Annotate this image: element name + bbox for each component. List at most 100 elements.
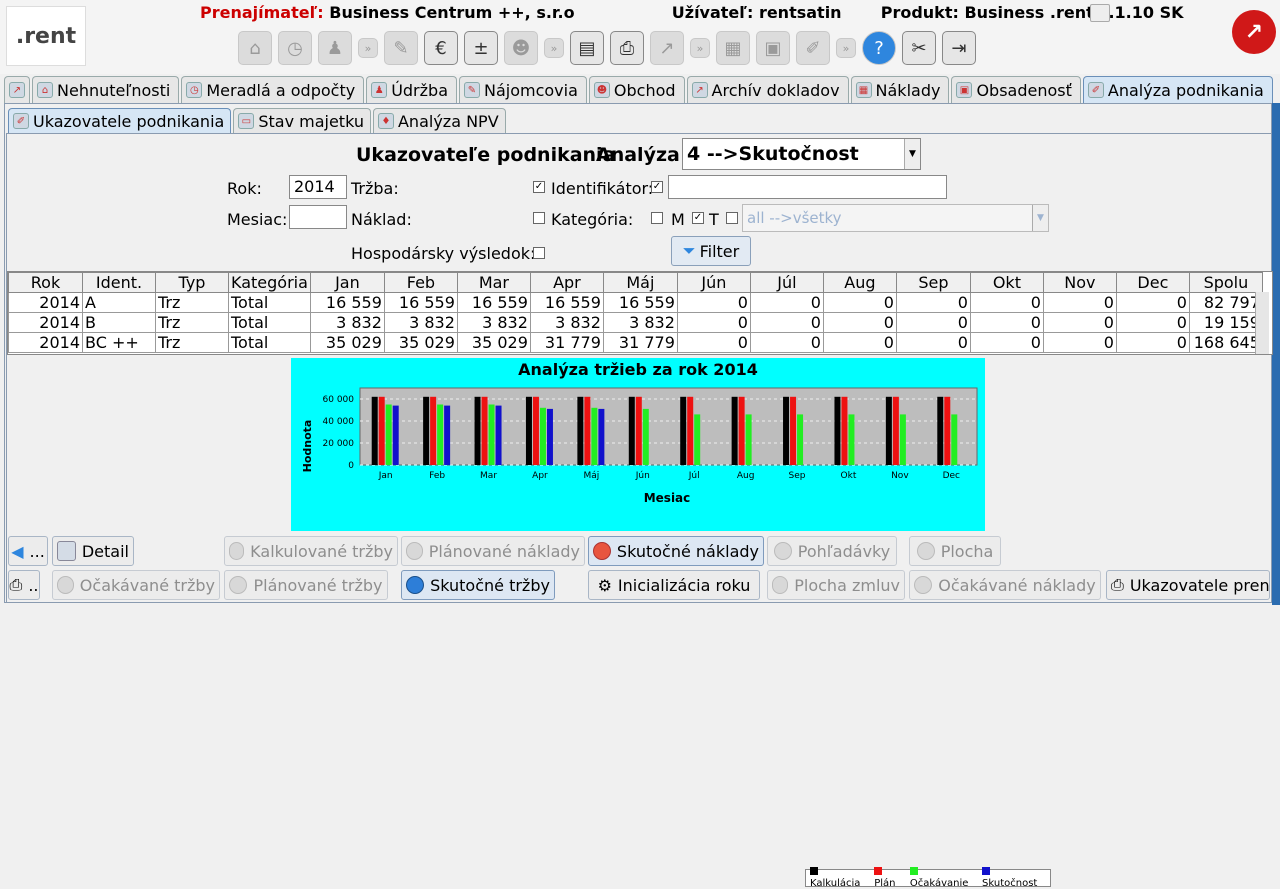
identifikator-enable-checkbox[interactable]: ✓ [651,181,663,193]
skut-trzby-radio[interactable]: Skutočné tržby [401,570,555,600]
back-button[interactable]: ◀... [8,536,48,566]
col-header[interactable]: Typ [155,272,229,293]
col-header[interactable]: Feb [383,272,458,293]
kategoria-select[interactable]: all -->všetky ▼ [742,204,1049,232]
t-checkbox[interactable]: ✓ [692,212,704,224]
next-arrow-icon[interactable]: » [358,38,378,58]
table-cell[interactable]: 0 [969,292,1044,313]
rok-input[interactable]: 2014 [289,175,347,199]
table-cell[interactable]: 31 779 [602,332,678,353]
table-cell[interactable]: 0 [1115,332,1190,353]
col-header[interactable]: Mar [456,272,531,293]
print-small-button[interactable]: ⎙.. [8,570,40,600]
col-header[interactable]: Dec [1115,272,1190,293]
table-cell[interactable]: 16 559 [529,292,604,313]
tab-stav-majetku[interactable]: ▭ Stav majetku [233,108,371,133]
plocha-zmluv-radio[interactable]: Plocha zmluv [767,570,905,600]
col-header[interactable]: Sep [895,272,971,293]
table-cell[interactable]: 16 559 [602,292,678,313]
tools-icon[interactable]: ✂ [902,31,936,65]
table-cell[interactable]: 0 [969,312,1044,333]
ukazovatele-print-button[interactable]: ⎙ Ukazovatele pren [1106,570,1270,600]
kalk-trzby-radio[interactable]: Kalkulované tržby [224,536,398,566]
skut-naklady-radio[interactable]: Skutočné náklady [588,536,764,566]
col-header[interactable]: Spolu [1188,272,1263,293]
table-cell[interactable]: 0 [1115,292,1190,313]
table-cell[interactable]: 0 [895,332,971,353]
table-cell[interactable]: Trz [155,332,229,353]
col-header[interactable]: Okt [969,272,1044,293]
m-checkbox[interactable] [651,212,663,224]
table-cell[interactable]: 0 [895,312,971,333]
table-cell[interactable]: 3 832 [383,312,458,333]
exit-door-icon[interactable]: ⇥ [942,31,976,65]
table-cell[interactable]: 0 [1042,312,1117,333]
people-icon[interactable]: ☻ [504,31,538,65]
table-cell[interactable]: 35 029 [383,332,458,353]
analysis-select[interactable]: 4 -->Skutočnost ▼ [682,138,921,170]
ledger-plus-euro-icon[interactable]: ± [464,31,498,65]
col-header[interactable]: Ident. [82,272,156,293]
table-cell[interactable]: 0 [822,292,897,313]
ocak-trzby-radio[interactable]: Očakávané tržby [52,570,220,600]
table-cell[interactable]: 35 029 [456,332,531,353]
table-cell[interactable]: Trz [155,312,229,333]
table-cell[interactable]: Total [228,312,311,333]
meter-icon[interactable]: ◷ [278,31,312,65]
next-arrow-icon[interactable]: » [690,38,710,58]
col-header[interactable]: Júl [749,272,824,293]
table-cell[interactable]: 35 029 [309,332,385,353]
pohladavky-radio[interactable]: Pohľadávky [767,536,897,566]
filter-button[interactable]: ⏷ Filter [671,236,751,266]
table-cell[interactable]: 0 [1115,312,1190,333]
table-cell[interactable]: 0 [749,332,824,353]
help-icon[interactable]: ? [862,31,896,65]
plocha-radio[interactable]: Plocha [909,536,1001,566]
table-cell[interactable]: 0 [822,332,897,353]
table-cell[interactable]: Total [228,292,311,313]
export-document-icon[interactable]: ▤ [570,31,604,65]
kategoria-enable-checkbox[interactable] [726,212,738,224]
tab-najomcovia[interactable]: ✎ Nájomcovia [459,76,587,103]
table-row[interactable]: 2014 B Trz Total 3 832 3 832 3 832 3 832 3 832 0 0… [8,312,1263,333]
next-arrow-icon[interactable]: » [544,38,564,58]
identifikator-checkbox[interactable]: ✓ [533,181,545,193]
col-header[interactable]: Jan [309,272,385,293]
table-cell[interactable]: 168 645 [1188,332,1263,353]
col-header[interactable]: Nov [1042,272,1117,293]
worker-icon[interactable]: ♟ [318,31,352,65]
plan-naklady-radio[interactable]: Plánované náklady [401,536,585,566]
table-cell[interactable]: 3 832 [529,312,604,333]
init-roku-button[interactable]: ⚙ Inicializácia roku [588,570,760,600]
tab-archiv[interactable]: ↗ Archív dokladov [686,76,849,103]
ocak-naklady-radio[interactable]: Očakávané náklady [909,570,1101,600]
mesiac-input[interactable] [289,205,347,229]
tab-ukazovatele[interactable]: ✐ Ukazovatele podnikania [8,108,232,133]
table-cell[interactable]: 3 832 [456,312,531,333]
table-row[interactable]: 2014 BC ++ Trz Total 35 029 35 029 35 029 31 77… [8,332,1263,353]
building-icon[interactable]: ⌂ [238,31,272,65]
calendar-icon[interactable]: ▣ [756,31,790,65]
tab-nehnutelnosti[interactable]: ⌂ Nehnuteľnosti [32,76,180,103]
table-cell[interactable]: A [82,292,156,313]
table-cell[interactable]: Trz [155,292,229,313]
tab-meradla[interactable]: ◷ Meradlá a odpočty [181,76,365,103]
table-row[interactable]: 2014 A Trz Total 16 559 16 559 16 559 16 559 16 … [8,292,1263,313]
col-header[interactable]: Máj [602,272,678,293]
kategoria-checkbox[interactable] [533,212,545,224]
table-cell[interactable]: 2014 [8,312,83,333]
table-cell[interactable]: 16 559 [309,292,385,313]
table-scrollbar[interactable] [1255,292,1269,354]
table-cell[interactable]: 16 559 [456,292,531,313]
col-header[interactable]: Rok [8,272,83,293]
tab-home[interactable]: ↗ [4,76,30,103]
edit-icon[interactable]: ✐ [796,31,830,65]
col-header[interactable]: Jún [676,272,751,293]
tab-analyza[interactable]: ✐ Analýza podnikania [1082,76,1273,103]
table-cell[interactable]: 0 [749,312,824,333]
table-cell[interactable]: 0 [1042,332,1117,353]
table-cell[interactable]: 2014 [8,292,83,313]
col-header[interactable]: Aug [822,272,897,293]
table-cell[interactable]: 3 832 [602,312,678,333]
table-cell[interactable]: 0 [749,292,824,313]
